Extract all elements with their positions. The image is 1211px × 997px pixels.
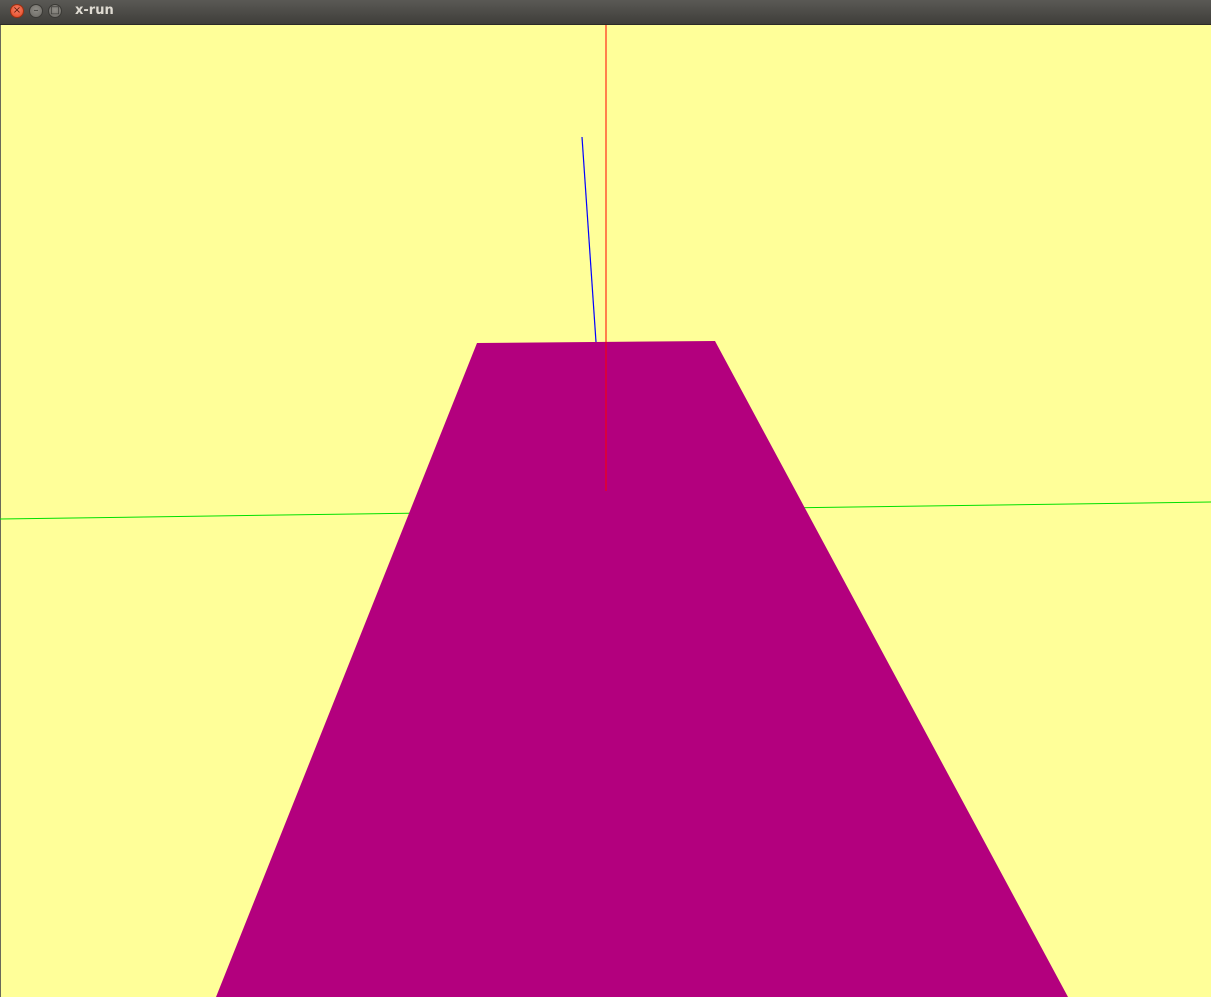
maximize-window-button[interactable]: □ (48, 4, 62, 18)
maximize-icon: □ (50, 5, 60, 16)
minimize-window-button[interactable]: – (29, 4, 43, 18)
scene-canvas (0, 25, 1211, 997)
3d-viewport[interactable] (0, 25, 1211, 997)
minimize-icon: – (33, 5, 39, 16)
window-title: x-run (75, 3, 114, 18)
close-icon: × (12, 5, 22, 16)
app-window: × – □ x-run (0, 0, 1211, 997)
close-window-button[interactable]: × (10, 4, 24, 18)
window-titlebar[interactable]: × – □ x-run (0, 0, 1211, 25)
